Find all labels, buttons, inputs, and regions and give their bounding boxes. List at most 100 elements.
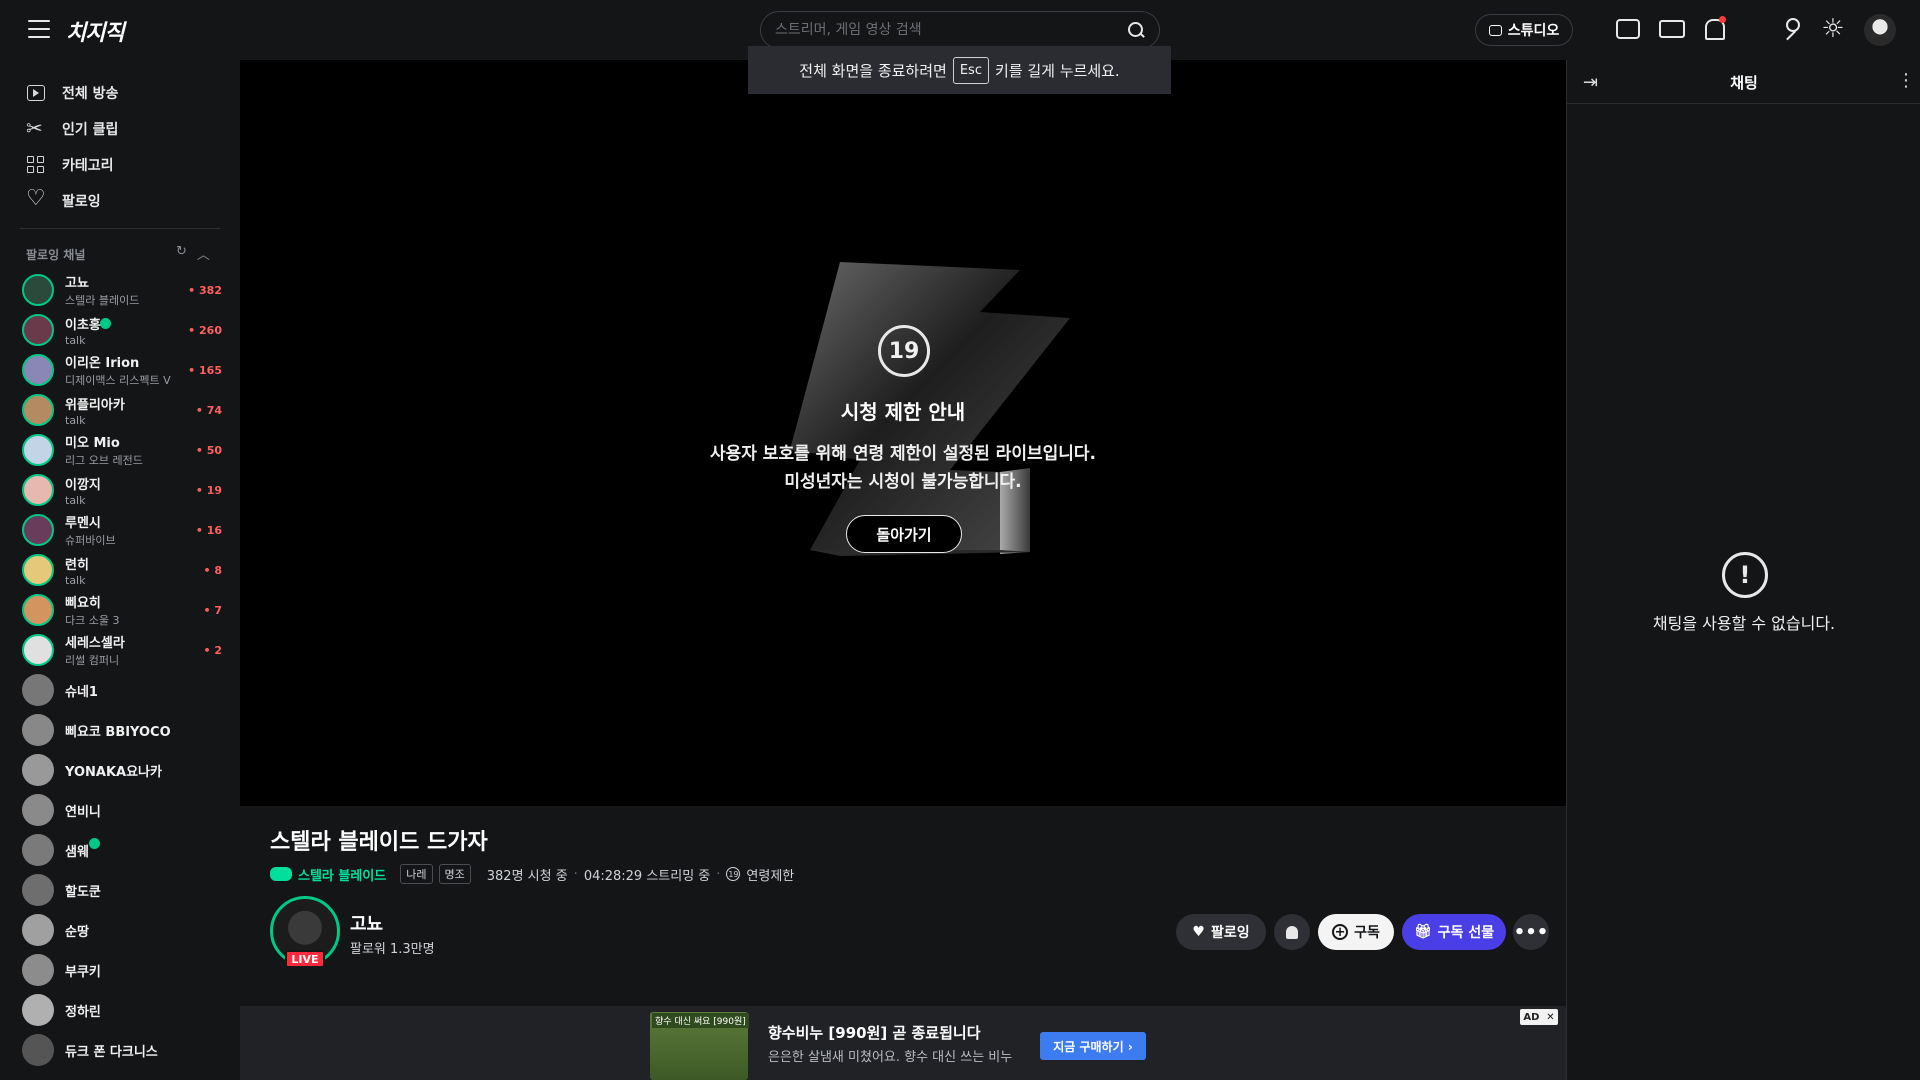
tag[interactable]: 명조 bbox=[438, 864, 471, 884]
channel-avatar bbox=[22, 914, 54, 946]
logo[interactable]: 치지직 bbox=[66, 15, 125, 47]
category-link[interactable]: 스텔라 블레이드 bbox=[270, 865, 386, 884]
followed-channel-item[interactable]: 이리온 Irion 디제이맥스 리스펙트 V • 165 bbox=[22, 350, 222, 390]
channel-avatar bbox=[22, 954, 54, 986]
subscribe-label: 구독 bbox=[1354, 925, 1380, 941]
followed-channel-item[interactable]: 연비니 bbox=[22, 790, 222, 830]
ad-banner[interactable]: 향수 대신 써요 [990원] 향수비누 [990원] 곧 종료됩니다 은은한 … bbox=[240, 1006, 1566, 1080]
ticket-icon[interactable] bbox=[1659, 16, 1685, 42]
theme-toggle-icon[interactable] bbox=[1820, 16, 1846, 42]
chat-panel: ⇥ 채팅 ⋮ ! 채팅을 사용할 수 없습니다. bbox=[1566, 60, 1920, 1080]
separator: · bbox=[716, 866, 721, 882]
channel-avatar bbox=[22, 554, 54, 586]
channel-name: 정하린 bbox=[65, 1004, 101, 1020]
notification-dot bbox=[1719, 16, 1726, 23]
channel-category: 디제이맥스 리스펙트 V bbox=[65, 374, 171, 387]
channel-avatar bbox=[22, 714, 54, 746]
video-player[interactable]: 19 시청 제한 안내 사용자 보호를 위해 연령 제한이 설정된 라이브입니다… bbox=[240, 60, 1566, 806]
streamer-name[interactable]: 고뇨 bbox=[350, 910, 383, 936]
gift-subscription-button[interactable]: 🎁︎ 구독 선물 bbox=[1402, 914, 1506, 950]
followed-channel-item[interactable]: 할도쿤 bbox=[22, 870, 222, 910]
notification-bell-icon[interactable] bbox=[1702, 16, 1728, 42]
followed-channel-item[interactable]: 듀크 폰 다크니스 bbox=[22, 1030, 222, 1070]
followed-channel-item[interactable]: 삐요코 BBIYOCO bbox=[22, 710, 222, 750]
followed-channel-item[interactable]: 미오 Mio 리그 오브 레전드 • 50 bbox=[22, 430, 222, 470]
wallet-icon[interactable] bbox=[1615, 16, 1641, 42]
sidebar: 전체 방송 인기 클립 카테고리 팔로잉 팔로잉 채널 ↻ ︿ 고뇨스텔라 블레… bbox=[0, 60, 240, 1080]
viewer-count-badge: • 260 bbox=[188, 324, 222, 337]
heart-icon bbox=[26, 186, 46, 211]
key-icon[interactable] bbox=[1776, 16, 1802, 42]
viewer-count: 382명 시청 중 bbox=[486, 868, 568, 884]
age-restrict-label: 연령제한 bbox=[746, 868, 795, 884]
chevron-up-icon[interactable]: ︿ bbox=[197, 244, 210, 263]
channel-text: 련히 talk bbox=[65, 554, 203, 587]
nav-label: 카테고리 bbox=[62, 158, 114, 174]
profile-avatar[interactable] bbox=[1864, 14, 1896, 46]
refresh-icon[interactable]: ↻ bbox=[176, 244, 187, 263]
channel-category: talk bbox=[65, 493, 86, 507]
followed-channel-item[interactable]: YONAKA요나카 bbox=[22, 750, 222, 790]
channel-avatar bbox=[22, 474, 54, 506]
studio-button[interactable]: 스튜디오 bbox=[1475, 14, 1573, 46]
nav-following[interactable]: 팔로잉 bbox=[26, 186, 101, 216]
viewer-count: 74 bbox=[206, 403, 222, 417]
nav-all-live[interactable]: 전체 방송 bbox=[26, 78, 118, 108]
channel-name: 순땅 bbox=[65, 924, 89, 940]
viewer-count: 8 bbox=[214, 563, 222, 577]
restriction-title: 시청 제한 안내 bbox=[840, 400, 966, 424]
gamepad-icon bbox=[270, 867, 292, 881]
followed-channel-item[interactable]: 루멘시 슈퍼바이브 • 16 bbox=[22, 510, 222, 550]
restriction-line-1: 사용자 보호를 위해 연령 제한이 설정된 라이브입니다. bbox=[709, 444, 1097, 464]
followed-channel-item[interactable]: 부쿠키 bbox=[22, 950, 222, 990]
followed-channel-item[interactable]: 샘웨 bbox=[22, 830, 222, 870]
viewer-count: 2 bbox=[214, 643, 222, 657]
nav-category[interactable]: 카테고리 bbox=[26, 150, 114, 180]
stream-title: 스텔라 블레이드 드가자 bbox=[270, 830, 488, 855]
camera-icon bbox=[1488, 24, 1502, 36]
channel-avatar bbox=[22, 1034, 54, 1066]
live-dot-icon: • bbox=[188, 283, 200, 297]
followed-channel-item[interactable]: 순땅 bbox=[22, 910, 222, 950]
channel-name: 할도쿤 bbox=[65, 884, 101, 900]
menu-icon[interactable] bbox=[28, 20, 50, 38]
subscribe-button[interactable]: + 구독 bbox=[1318, 914, 1394, 950]
search-icon[interactable] bbox=[1127, 21, 1145, 39]
viewer-count-badge: • 8 bbox=[203, 564, 222, 577]
restriction-line-2: 미성년자는 시청이 불가능합니다. bbox=[784, 472, 1022, 492]
play-icon bbox=[26, 83, 46, 103]
followed-channel-item[interactable]: 고뇨 스텔라 블레이드 • 382 bbox=[22, 270, 222, 310]
followed-channel-item[interactable]: 슈네1 bbox=[22, 670, 222, 710]
more-options-button[interactable]: ••• bbox=[1513, 914, 1549, 950]
followed-channel-item[interactable]: 련히 talk • 8 bbox=[22, 550, 222, 590]
close-icon[interactable]: ✕ bbox=[1546, 1012, 1554, 1023]
follow-button[interactable]: ♥ 팔로잉 bbox=[1176, 914, 1266, 950]
ad-buy-button[interactable]: 지금 구매하기 › bbox=[1040, 1032, 1146, 1060]
followed-channel-item[interactable]: 삐요히 다크 소울 3 • 7 bbox=[22, 590, 222, 630]
channel-avatar bbox=[22, 514, 54, 546]
channel-name: 련히 bbox=[65, 557, 89, 573]
ad-title[interactable]: 향수비누 [990원] 곧 종료됩니다 bbox=[768, 1022, 981, 1043]
search-input[interactable] bbox=[775, 22, 1127, 38]
live-dot-icon: • bbox=[188, 363, 200, 377]
age-restrict-icon: 19 bbox=[726, 867, 741, 881]
followed-channel-item[interactable]: 위플리아카 talk • 74 bbox=[22, 390, 222, 430]
tag[interactable]: 나레 bbox=[400, 864, 433, 884]
channel-avatar bbox=[22, 874, 54, 906]
following-tools: ↻ ︿ bbox=[176, 244, 210, 263]
esc-key: Esc bbox=[952, 56, 989, 84]
followed-channel-item[interactable]: 정하린 bbox=[22, 990, 222, 1030]
followed-channel-item[interactable]: 이깡지 talk • 19 bbox=[22, 470, 222, 510]
go-back-button[interactable]: 돌아가기 bbox=[846, 515, 962, 553]
channel-name: 이깡지 bbox=[65, 477, 101, 493]
channel-avatar bbox=[22, 434, 54, 466]
notification-toggle-button[interactable] bbox=[1274, 914, 1310, 950]
followed-channel-item[interactable]: 세레스셀라 리썰 컴퍼니 • 2 bbox=[22, 630, 222, 670]
chat-more-icon[interactable]: ⋮ bbox=[1897, 70, 1915, 91]
stream-uptime: 04:28:29 스트리밍 중 bbox=[583, 868, 711, 884]
nav-popular-clips[interactable]: 인기 클립 bbox=[26, 114, 118, 144]
followed-channel-item[interactable]: 이초홍 talk • 260 bbox=[22, 310, 222, 350]
channel-name: 루멘시 bbox=[65, 516, 101, 531]
nav-label: 전체 방송 bbox=[62, 86, 119, 102]
live-dot-icon: • bbox=[203, 603, 215, 617]
